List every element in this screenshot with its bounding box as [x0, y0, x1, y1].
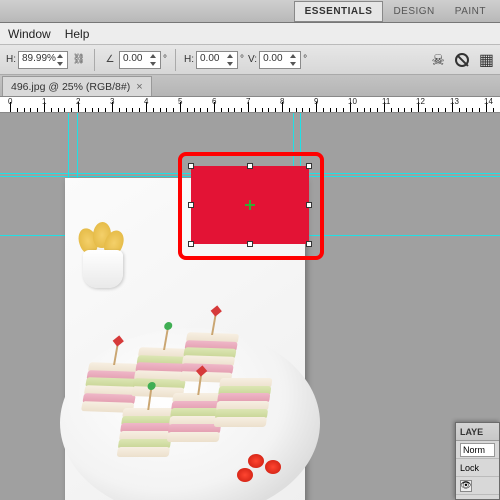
- separator: [94, 49, 95, 71]
- ruler-label: 8: [280, 97, 284, 106]
- ruler-label: 3: [110, 97, 114, 106]
- transform-handle-bc[interactable]: [247, 241, 253, 247]
- workspace-tab-essentials[interactable]: ESSENTIALS: [294, 1, 384, 22]
- skew-h-input[interactable]: 0.00: [196, 51, 238, 69]
- scale-h-input[interactable]: 89.99%: [18, 51, 68, 69]
- workspace-tab-design[interactable]: DESIGN: [383, 2, 444, 21]
- commit-transform-icon[interactable]: [479, 50, 494, 70]
- ruler-label: 12: [416, 97, 425, 106]
- document-tab[interactable]: 496.jpg @ 25% (RGB/8#) ×: [2, 76, 152, 96]
- stepper-icon[interactable]: [56, 53, 66, 67]
- transform-handle-tl[interactable]: [188, 163, 194, 169]
- document-tab-title: 496.jpg @ 25% (RGB/8#): [11, 81, 130, 93]
- degree-symbol: °: [163, 54, 167, 65]
- transform-handle-tr[interactable]: [306, 163, 312, 169]
- skew-h-field: H: 0.00 °: [184, 51, 244, 69]
- layers-panel[interactable]: LAYE Norm Lock 👁: [455, 422, 500, 500]
- degree-symbol: °: [303, 54, 307, 65]
- tomato: [237, 468, 253, 482]
- workspace-tab-paint[interactable]: PAINT: [445, 2, 496, 21]
- ruler-label: 11: [382, 97, 390, 106]
- cancel-transform-icon[interactable]: [455, 53, 469, 67]
- skew-v-input[interactable]: 0.00: [259, 51, 301, 69]
- ruler-label: 6: [212, 97, 216, 106]
- skew-v-field: V: 0.00 °: [248, 51, 307, 69]
- separator: [175, 49, 176, 71]
- transform-handle-bl[interactable]: [188, 241, 194, 247]
- skew-v-label: V:: [248, 54, 257, 65]
- transform-handle-cl[interactable]: [188, 202, 194, 208]
- ruler-horizontal[interactable]: 01234567891011121314: [0, 97, 500, 113]
- document-tabs: 496.jpg @ 25% (RGB/8#) ×: [0, 75, 500, 97]
- puppet-warp-icon[interactable]: [431, 51, 444, 69]
- ruler-label: 2: [76, 97, 80, 106]
- ruler-label: 9: [314, 97, 318, 106]
- degree-symbol: °: [240, 54, 244, 65]
- ruler-label: 13: [450, 97, 459, 106]
- rotate-input[interactable]: 0.00: [119, 51, 161, 69]
- transform-handle-tc[interactable]: [247, 163, 253, 169]
- stepper-icon[interactable]: [289, 53, 299, 67]
- tomato: [265, 460, 281, 474]
- lock-label: Lock: [460, 463, 479, 473]
- skew-h-label: H:: [184, 54, 194, 65]
- options-right-icons: [431, 50, 494, 70]
- tomato: [248, 454, 264, 468]
- link-icon[interactable]: ⛓: [72, 53, 86, 67]
- ruler-label: 0: [8, 97, 12, 106]
- close-icon[interactable]: ×: [136, 81, 142, 93]
- chips-cup: [75, 228, 130, 288]
- stepper-icon[interactable]: [149, 53, 159, 67]
- workspace-switcher: ESSENTIALS DESIGN PAINT: [0, 0, 500, 23]
- visibility-eye-icon[interactable]: 👁: [460, 480, 472, 492]
- transform-handle-cr[interactable]: [306, 202, 312, 208]
- scale-h-label: H:: [6, 54, 16, 65]
- menu-bar: Window Help: [0, 23, 500, 45]
- selected-shape[interactable]: [191, 166, 309, 244]
- layers-panel-title[interactable]: LAYE: [456, 423, 499, 441]
- options-bar: H: 89.99% ⛓ ∠ 0.00 ° H: 0.00 ° V: 0.00 °: [0, 45, 500, 75]
- ruler-label: 4: [144, 97, 148, 106]
- ruler-label: 5: [178, 97, 182, 106]
- transform-center-icon[interactable]: [245, 200, 255, 210]
- menu-window[interactable]: Window: [8, 27, 51, 41]
- blend-mode-select[interactable]: Norm: [460, 443, 495, 457]
- rotate-field: ∠ 0.00 °: [103, 51, 167, 69]
- ruler-label: 1: [42, 97, 46, 106]
- scale-h-field: H: 89.99%: [6, 51, 68, 69]
- ruler-label: 10: [348, 97, 357, 106]
- menu-help[interactable]: Help: [65, 27, 90, 41]
- stepper-icon[interactable]: [226, 53, 236, 67]
- ruler-label: 7: [246, 97, 250, 106]
- angle-icon: ∠: [103, 53, 117, 67]
- ruler-label: 14: [484, 97, 493, 106]
- canvas-area[interactable]: LAYE Norm Lock 👁: [0, 113, 500, 500]
- transform-handle-br[interactable]: [306, 241, 312, 247]
